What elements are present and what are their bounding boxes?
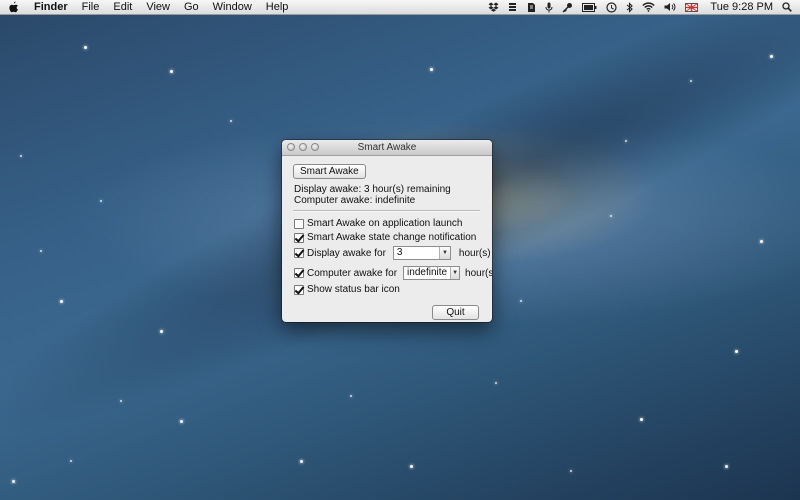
zoom-button-icon[interactable] bbox=[311, 143, 319, 151]
smart-awake-window: Smart Awake Smart Awake Display awake: 3… bbox=[282, 140, 492, 322]
star bbox=[760, 240, 763, 243]
star bbox=[20, 155, 22, 157]
computer-hours-unit: hour(s) bbox=[465, 267, 492, 279]
star bbox=[640, 418, 643, 421]
star bbox=[300, 460, 303, 463]
menu-window[interactable]: Window bbox=[213, 0, 252, 14]
notification-checkbox[interactable] bbox=[294, 232, 304, 243]
star bbox=[690, 80, 692, 82]
star bbox=[12, 480, 15, 483]
computer-status-text: Computer awake: indefinite bbox=[294, 195, 416, 206]
menu-help[interactable]: Help bbox=[266, 0, 289, 14]
computer-hours-combo[interactable]: indefinite ▼ bbox=[403, 266, 461, 280]
status-icon-checkbox[interactable] bbox=[294, 284, 304, 295]
input-source-icon[interactable] bbox=[685, 2, 699, 12]
minimize-button-icon[interactable] bbox=[299, 143, 307, 151]
star bbox=[430, 68, 433, 71]
star bbox=[350, 395, 352, 397]
display-awake-checkbox[interactable] bbox=[294, 248, 304, 258]
star bbox=[60, 300, 63, 303]
key-icon[interactable] bbox=[562, 2, 573, 13]
computer-awake-label: Computer awake for bbox=[307, 267, 398, 279]
menu-extras: Tue 9:28 PM bbox=[479, 0, 792, 14]
menu-edit[interactable]: Edit bbox=[113, 0, 132, 14]
star bbox=[230, 120, 232, 122]
launch-checkbox[interactable] bbox=[294, 218, 304, 229]
apple-menu-icon[interactable] bbox=[8, 1, 22, 13]
status-icon-option-row[interactable]: Show status bar icon bbox=[294, 284, 400, 295]
dropbox-icon[interactable] bbox=[488, 2, 499, 12]
display-awake-row: Display awake for 3 ▼ hour(s) bbox=[294, 246, 491, 260]
status-icon-option-label: Show status bar icon bbox=[307, 284, 400, 295]
chevron-down-icon[interactable]: ▼ bbox=[450, 267, 460, 279]
menu-view[interactable]: View bbox=[146, 0, 170, 14]
display-hours-value[interactable]: 3 bbox=[394, 247, 439, 259]
star bbox=[180, 420, 183, 423]
microphone-icon[interactable] bbox=[545, 2, 553, 13]
quit-button[interactable]: Quit bbox=[432, 305, 479, 320]
divider bbox=[293, 210, 480, 212]
bluetooth-icon[interactable] bbox=[626, 1, 634, 13]
close-button-icon[interactable] bbox=[287, 143, 295, 151]
star bbox=[570, 470, 572, 472]
star bbox=[84, 46, 87, 49]
star bbox=[725, 465, 728, 468]
time-machine-icon[interactable] bbox=[606, 1, 618, 13]
window-title: Smart Awake bbox=[357, 142, 417, 153]
star bbox=[170, 70, 173, 73]
notification-option-label: Smart Awake state change notification bbox=[307, 232, 477, 243]
evernote-icon[interactable] bbox=[526, 2, 536, 13]
display-awake-label: Display awake for bbox=[307, 247, 386, 259]
star bbox=[100, 200, 102, 202]
smart-awake-button[interactable]: Smart Awake bbox=[293, 164, 366, 179]
star bbox=[625, 140, 627, 142]
star bbox=[70, 460, 72, 462]
window-titlebar[interactable]: Smart Awake bbox=[282, 140, 492, 156]
star bbox=[770, 55, 773, 58]
star bbox=[735, 350, 738, 353]
computer-hours-value[interactable]: indefinite bbox=[404, 267, 450, 279]
stack-icon[interactable] bbox=[508, 2, 517, 12]
computer-awake-row: Computer awake for indefinite ▼ hour(s) bbox=[294, 266, 492, 280]
display-status-text: Display awake: 3 hour(s) remaining bbox=[294, 184, 451, 195]
star bbox=[160, 330, 163, 333]
star bbox=[410, 465, 413, 468]
computer-awake-checkbox[interactable] bbox=[294, 268, 304, 278]
star bbox=[40, 250, 42, 252]
notification-option-row[interactable]: Smart Awake state change notification bbox=[294, 232, 476, 243]
display-hours-unit: hour(s) bbox=[458, 247, 491, 259]
menu-file[interactable]: File bbox=[82, 0, 100, 14]
menu-clock[interactable]: Tue 9:28 PM bbox=[710, 1, 773, 13]
menu-bar: Finder File Edit View Go Window Help Tue… bbox=[0, 0, 800, 15]
star bbox=[120, 400, 122, 402]
star bbox=[610, 215, 612, 217]
launch-option-row[interactable]: Smart Awake on application launch bbox=[294, 218, 462, 229]
volume-icon[interactable] bbox=[664, 2, 676, 12]
battery-icon[interactable] bbox=[582, 2, 597, 12]
menu-go[interactable]: Go bbox=[184, 0, 199, 14]
star bbox=[520, 300, 522, 302]
display-hours-combo[interactable]: 3 ▼ bbox=[392, 246, 451, 260]
star bbox=[495, 382, 497, 384]
spotlight-icon[interactable] bbox=[782, 2, 792, 12]
chevron-down-icon[interactable]: ▼ bbox=[438, 247, 450, 259]
wifi-icon[interactable] bbox=[642, 2, 656, 12]
menu-app-name[interactable]: Finder bbox=[34, 0, 68, 14]
launch-option-label: Smart Awake on application launch bbox=[307, 218, 463, 229]
